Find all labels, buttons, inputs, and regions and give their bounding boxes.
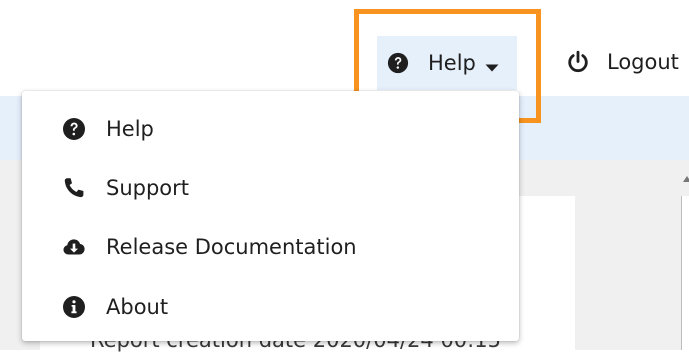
menu-item-release-documentation[interactable]: Release Documentation	[22, 221, 519, 273]
logout-button-label: Logout	[607, 50, 679, 74]
caret-down-icon	[485, 58, 499, 72]
scrollbar-track[interactable]	[681, 196, 689, 350]
menu-item-label: Support	[106, 176, 190, 200]
menu-item-label: About	[106, 295, 169, 319]
menu-item-help[interactable]: Help	[22, 103, 519, 155]
scroll-up-arrow-icon[interactable]	[683, 176, 689, 182]
question-circle-icon	[387, 52, 409, 74]
menu-item-label: Help	[106, 117, 154, 141]
power-icon	[566, 50, 590, 74]
logout-button[interactable]: Logout	[566, 44, 679, 80]
help-menu-button[interactable]: Help	[377, 36, 517, 90]
phone-icon	[62, 176, 86, 200]
menu-item-about[interactable]: About	[22, 281, 519, 333]
help-button-label: Help	[428, 51, 476, 75]
info-circle-icon	[62, 295, 86, 319]
help-dropdown-menu: Help Support Release Documentation About	[22, 91, 519, 341]
menu-item-support[interactable]: Support	[22, 162, 519, 214]
question-circle-icon	[62, 117, 86, 141]
menu-item-label: Release Documentation	[106, 235, 357, 259]
cloud-download-icon	[62, 235, 86, 259]
